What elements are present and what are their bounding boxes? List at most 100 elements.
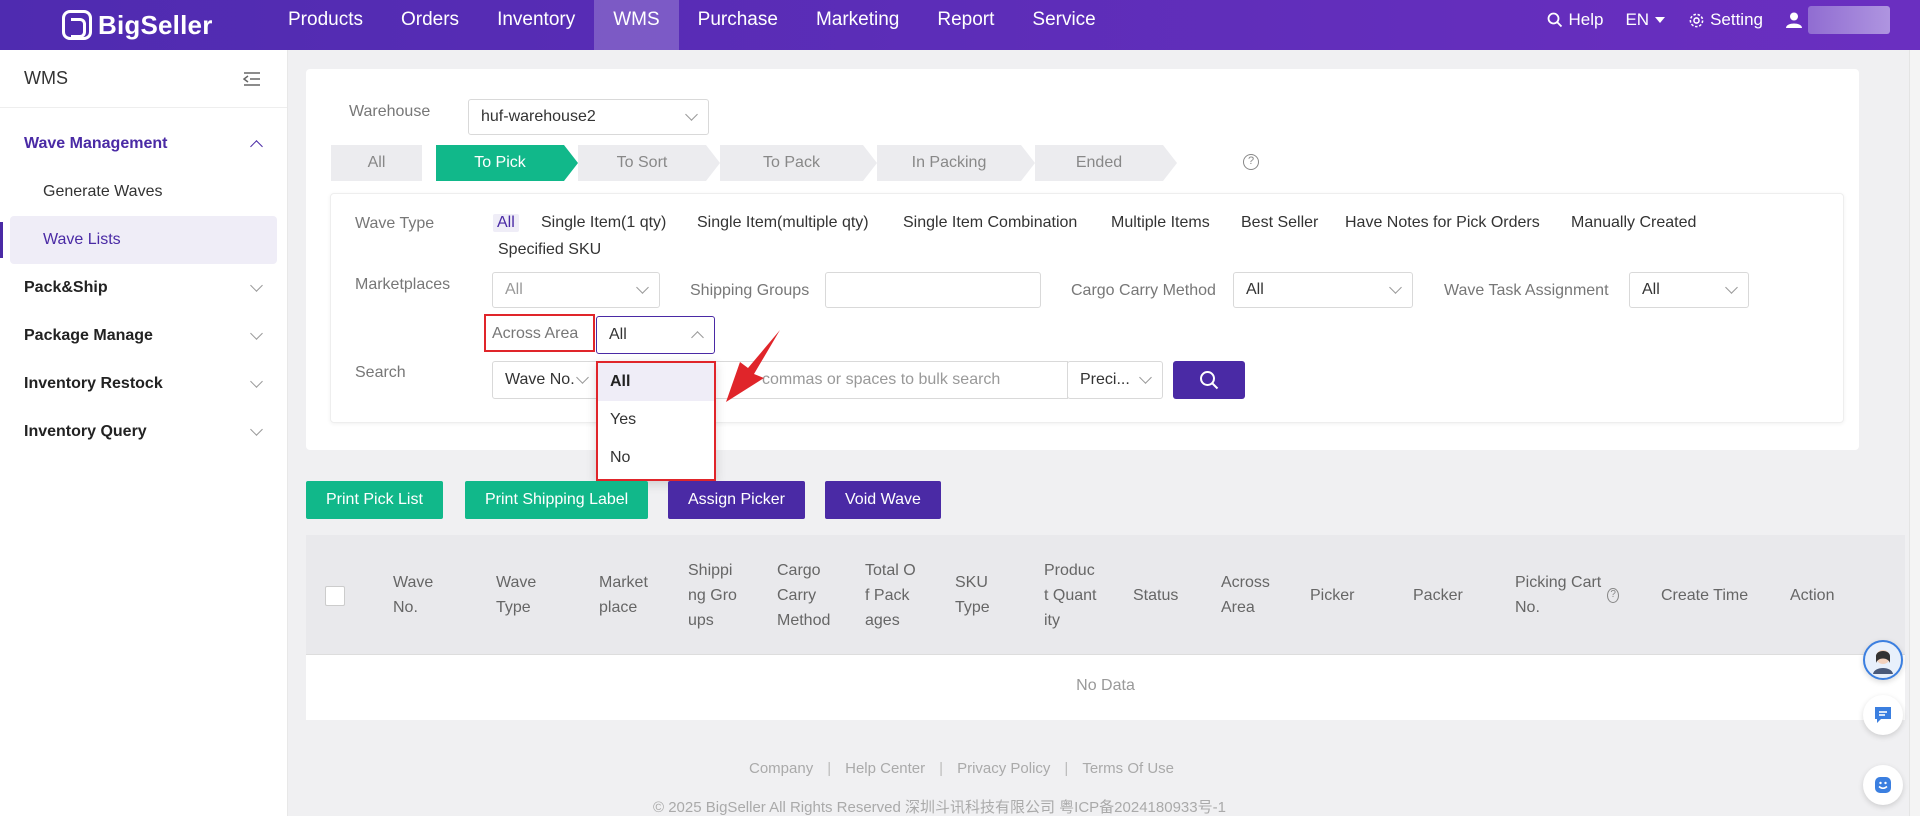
warehouse-select[interactable]: huf-warehouse2 [468,99,709,135]
column-product-quantity: Product Quantity [1044,561,1097,629]
wave-type-multiple-items[interactable]: Multiple Items [1111,214,1210,232]
chevron-down-icon [250,327,263,340]
sidebar-item-wave-lists[interactable]: Wave Lists [0,216,277,264]
shipping-groups-label: Shipping Groups [690,282,810,299]
nav-purchase[interactable]: Purchase [679,0,797,50]
wave-type-single-multiple[interactable]: Single Item(multiple qty) [697,214,869,232]
search-field-select[interactable]: Wave No. [492,361,600,399]
sidebar-item-package-manage[interactable]: Package Manage [0,312,287,360]
wave-type-best-seller[interactable]: Best Seller [1241,214,1318,232]
wave-type-all[interactable]: All [493,214,519,232]
chevron-down-icon [576,371,589,384]
marketplaces-value: All [505,281,523,298]
nav-products[interactable]: Products [269,0,382,50]
nav-service[interactable]: Service [1013,0,1114,50]
search-mode-value: Preci... [1080,371,1130,388]
sidebar-item-generate-waves[interactable]: Generate Waves [0,168,287,216]
picking-cart-help-icon[interactable]: ? [1607,587,1619,603]
chevron-down-icon [685,108,698,121]
wave-task-assignment-select[interactable]: All [1629,272,1749,308]
assign-picker-button[interactable]: Assign Picker [668,481,805,519]
user-menu[interactable] [1785,6,1890,34]
select-all-checkbox[interactable] [325,586,345,606]
nav-orders[interactable]: Orders [382,0,478,50]
column-shipping-groups: Shipping Groups [688,561,737,629]
nav-marketing[interactable]: Marketing [797,0,918,50]
help-label: Help [1568,10,1604,29]
gear-icon [1689,13,1704,27]
column-cargo-carry-method: Cargo Carry Method [777,561,831,629]
wave-type-manually-created[interactable]: Manually Created [1571,214,1696,232]
language-label: EN [1625,10,1650,29]
nav-report[interactable]: Report [918,0,1013,50]
footer-link-company[interactable]: Company [749,760,813,777]
column-wave-type: Wave Type [496,574,537,616]
across-area-label: Across Area [492,325,579,342]
step-to-pick[interactable]: To Pick [436,145,578,181]
footer-link-help-center[interactable]: Help Center [845,760,925,777]
column-picking-cart-label: Picking Cart No. [1515,574,1602,616]
sidebar-item-label: Pack&Ship [24,279,108,296]
search-button[interactable] [1173,361,1245,399]
sidebar-item-wave-management[interactable]: Wave Management [0,120,287,168]
step-to-sort[interactable]: To Sort [578,145,720,181]
search-mode-select[interactable]: Preci... [1067,361,1163,399]
nav-wms[interactable]: WMS [594,0,679,50]
step-all[interactable]: All [331,145,422,181]
sidebar-item-label: Inventory Query [24,423,147,440]
status-steps: All To Pick To Sort To Pack In Packing E… [331,145,1177,181]
sidebar-header: WMS [0,50,287,108]
top-nav-bar: BigSeller Products Orders Inventory WMS … [0,0,1920,50]
collapse-menu-icon[interactable] [243,71,261,87]
user-icon [1786,12,1802,28]
feedback-button[interactable] [1863,765,1903,805]
wave-type-single-1qty[interactable]: Single Item(1 qty) [541,214,666,232]
wave-task-assignment-label: Wave Task Assignment [1444,282,1609,299]
void-wave-button[interactable]: Void Wave [825,481,941,519]
caret-down-icon [1655,17,1666,23]
bigseller-logo[interactable]: BigSeller [62,7,213,43]
support-avatar-button[interactable] [1863,640,1903,680]
username-redacted [1808,6,1890,34]
wave-type-specified-sku[interactable]: Specified SKU [498,241,601,259]
page-scrollbar[interactable] [1909,50,1920,816]
chat-icon [1875,707,1891,723]
setting-link[interactable]: Setting [1688,10,1763,30]
step-in-packing[interactable]: In Packing [877,145,1035,181]
marketplaces-select[interactable]: All [492,272,660,308]
print-shipping-label-button[interactable]: Print Shipping Label [465,481,649,519]
nav-inventory[interactable]: Inventory [478,0,594,50]
across-area-dropdown: All Yes No [596,361,716,481]
column-marketplace: Marketplace [599,574,648,616]
step-to-pack[interactable]: To Pack [720,145,877,181]
print-pick-list-button[interactable]: Print Pick List [306,481,443,519]
search-label: Search [355,364,406,381]
chevron-up-icon [691,331,704,344]
sidebar-item-pack-ship[interactable]: Pack&Ship [0,264,287,312]
sidebar-item-inventory-query[interactable]: Inventory Query [0,408,287,456]
footer-link-privacy-policy[interactable]: Privacy Policy [957,760,1050,777]
warehouse-value: huf-warehouse2 [481,108,596,125]
setting-label: Setting [1710,10,1763,29]
language-switcher[interactable]: EN [1625,10,1666,30]
column-wave-no: Wave No. [393,574,434,616]
sidebar-item-label: Inventory Restock [24,375,163,392]
wave-type-single-combination[interactable]: Single Item Combination [903,214,1077,232]
help-link[interactable]: Help [1547,10,1603,30]
chevron-down-icon [250,375,263,388]
sidebar-item-inventory-restock[interactable]: Inventory Restock [0,360,287,408]
wave-type-notes[interactable]: Have Notes for Pick Orders [1345,214,1540,232]
column-across-area: Across Area [1221,574,1270,616]
help-question-icon[interactable]: ? [1243,154,1259,170]
column-status: Status [1133,586,1179,604]
footer-link-terms-of-use[interactable]: Terms Of Use [1082,760,1174,777]
across-option-all[interactable]: All [598,363,714,401]
step-ended[interactable]: Ended [1035,145,1177,181]
cargo-carry-select[interactable]: All [1233,272,1413,308]
column-picker: Picker [1310,586,1355,604]
across-option-no[interactable]: No [598,439,714,477]
chat-button[interactable] [1863,695,1903,735]
across-area-select[interactable]: All [596,316,715,354]
shipping-groups-input[interactable] [825,272,1041,308]
across-option-yes[interactable]: Yes [598,401,714,439]
